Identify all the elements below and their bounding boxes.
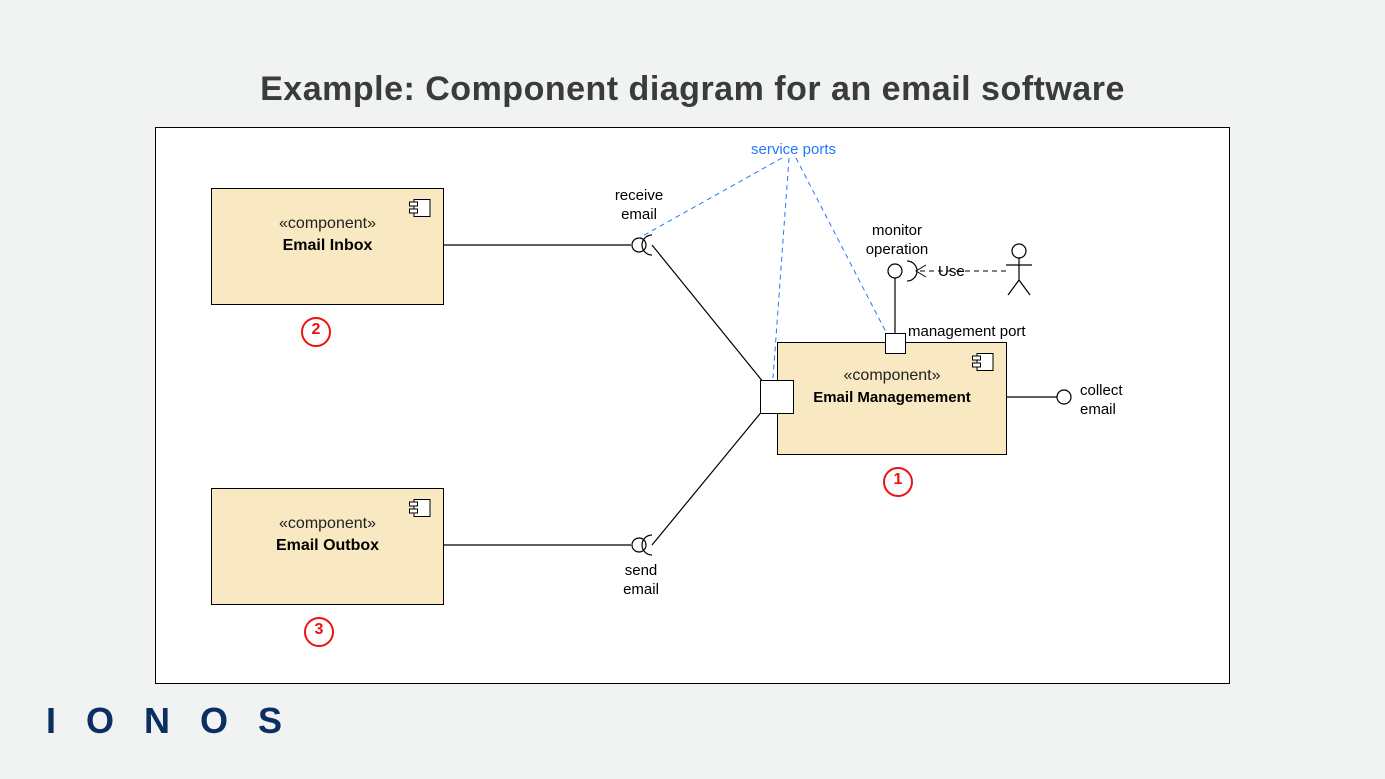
callout-1: 1: [883, 467, 913, 497]
component-email-management: «component» Email Managemement: [777, 342, 1007, 455]
stereotype-label: «component»: [212, 515, 443, 533]
callout-3: 3: [304, 617, 334, 647]
management-port-label: management port: [908, 322, 1026, 341]
diagram-frame: service ports receiveemail sendemail mon…: [155, 127, 1230, 684]
service-ports-label: service ports: [751, 140, 836, 159]
component-name: Email Managemement: [778, 389, 1006, 406]
stereotype-label: «component»: [212, 215, 443, 233]
component-icon: [409, 499, 431, 517]
component-icon: [972, 353, 994, 371]
collect-email-label: collectemail: [1080, 381, 1140, 419]
monitor-operation-label: monitoroperation: [857, 221, 937, 259]
port-left: [760, 380, 794, 414]
port-top: [885, 333, 906, 354]
brand-logo: I O N O S: [46, 700, 292, 742]
component-email-inbox: «component» Email Inbox: [211, 188, 444, 305]
page-title: Example: Component diagram for an email …: [0, 70, 1385, 109]
component-email-outbox: «component» Email Outbox: [211, 488, 444, 605]
component-name: Email Inbox: [212, 237, 443, 255]
component-name: Email Outbox: [212, 537, 443, 555]
receive-email-label: receiveemail: [599, 186, 679, 224]
send-email-label: sendemail: [611, 561, 671, 599]
component-icon: [409, 199, 431, 217]
callout-2: 2: [301, 317, 331, 347]
use-label: Use: [938, 262, 965, 281]
actor-icon: [1006, 244, 1032, 295]
